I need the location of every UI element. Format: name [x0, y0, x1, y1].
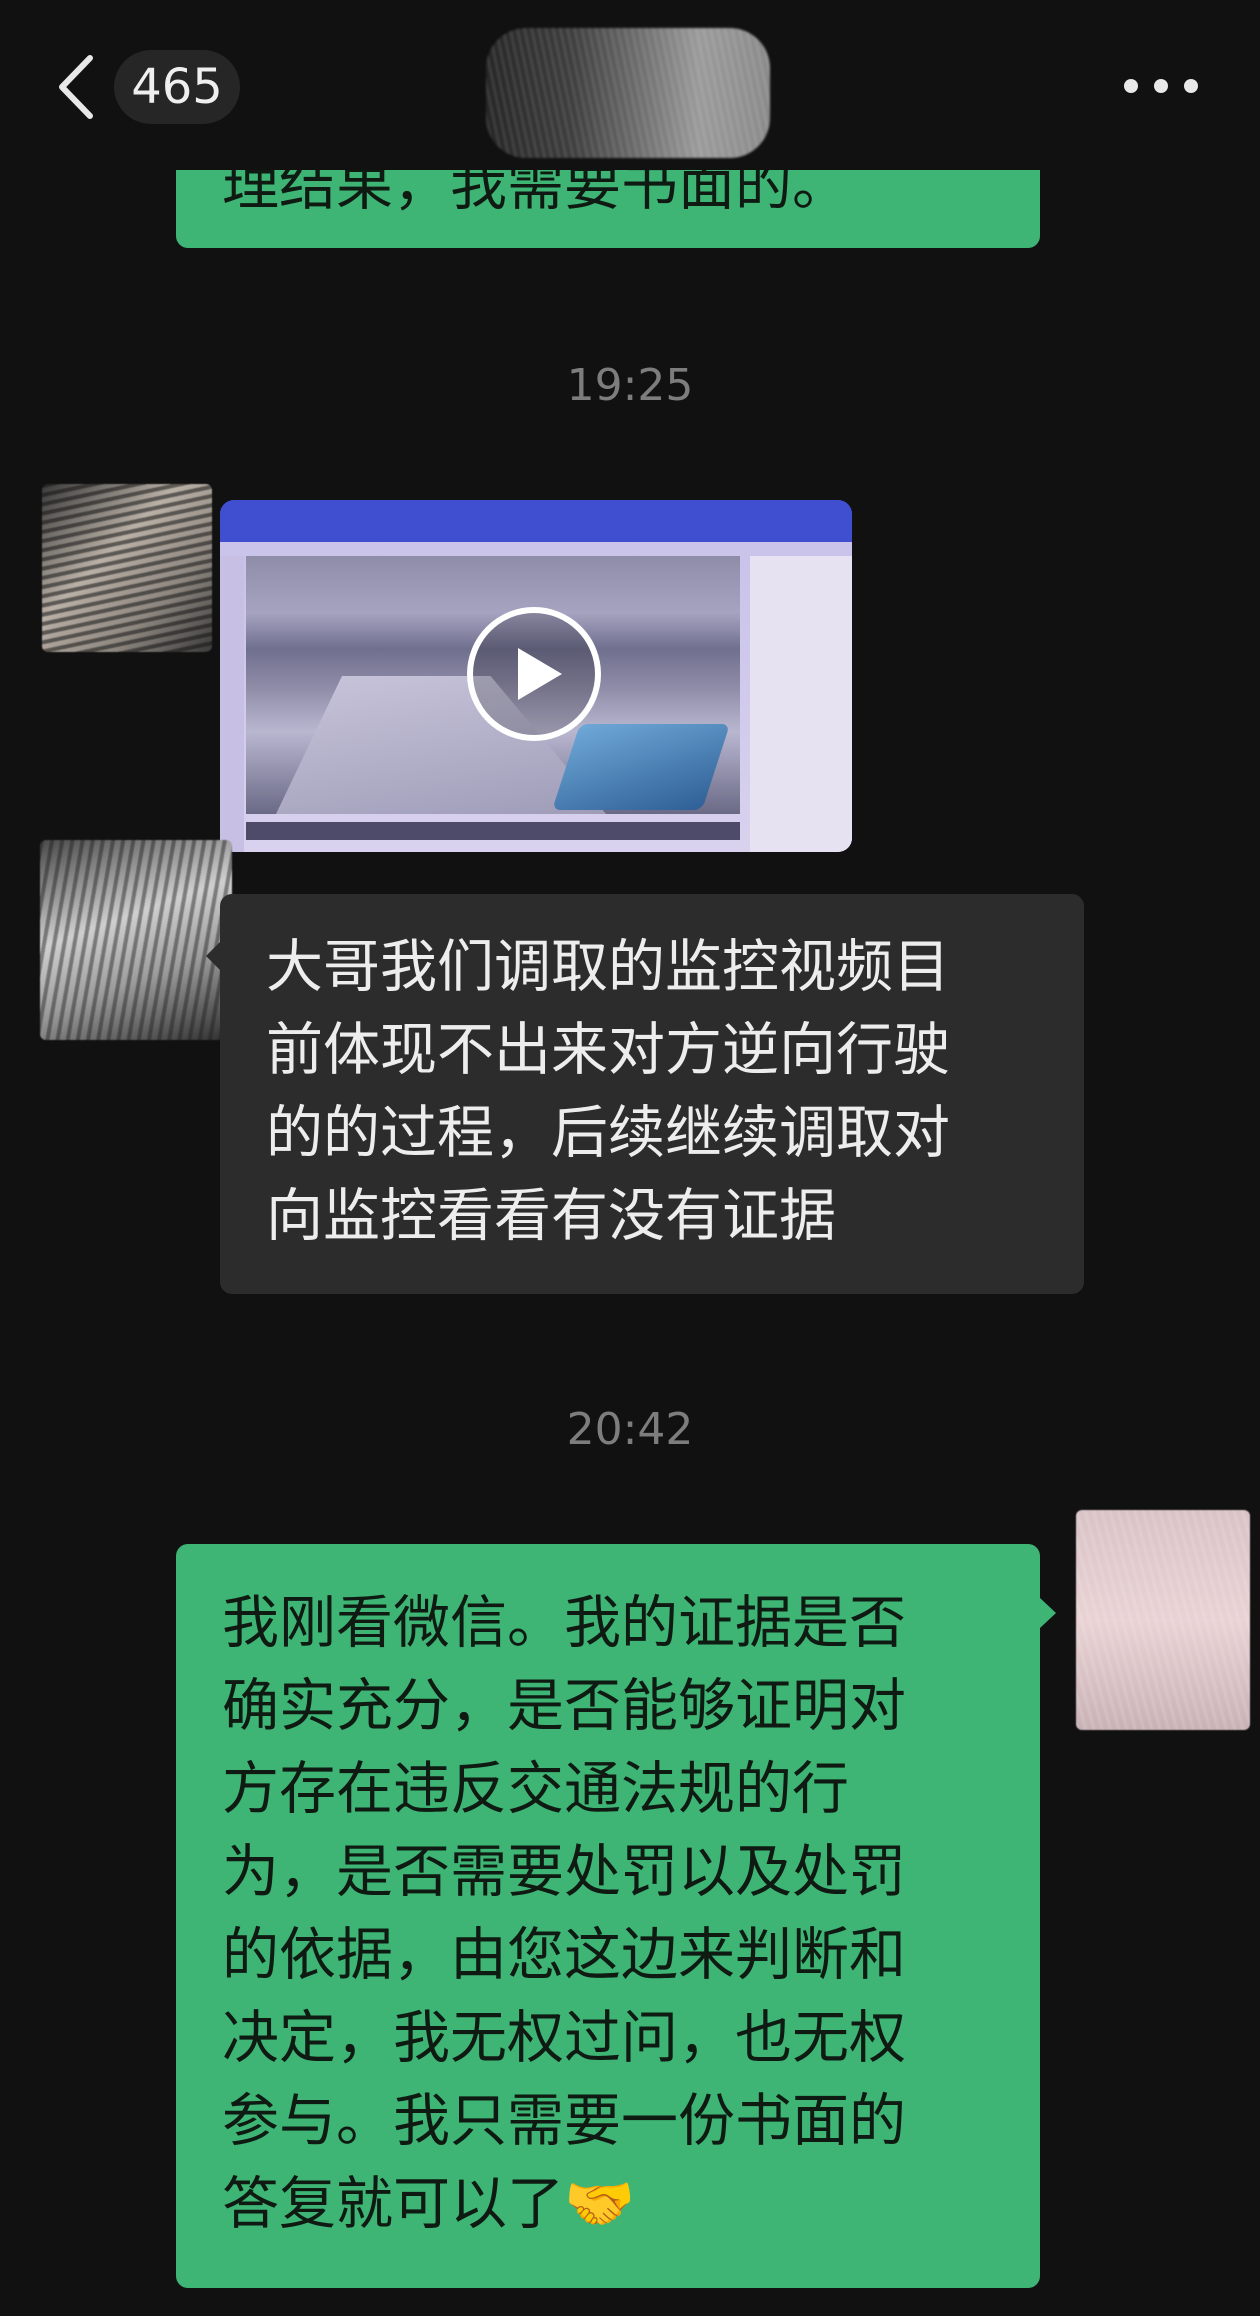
message-bubble-peer[interactable]: 大哥我们调取的监控视频目 前体现不出来对方逆向行驶 的的过程，后续继续调取对 向… [206, 894, 1084, 1294]
message-timestamp: 20:42 [566, 1404, 694, 1455]
play-icon[interactable] [464, 604, 604, 744]
contact-avatar[interactable] [40, 840, 232, 1040]
video-thumbnail-timeline [246, 822, 740, 840]
chevron-left-icon[interactable] [52, 52, 102, 122]
video-thumbnail-sidepanel [750, 556, 852, 852]
video-thumbnail-topbar [220, 500, 852, 542]
self-avatar[interactable] [1076, 1510, 1250, 1730]
contact-avatar[interactable] [42, 484, 212, 652]
unread-count-badge[interactable]: 465 [114, 50, 240, 124]
video-thumbnail-strip [220, 556, 244, 852]
message-bubble-self[interactable]: 我刚看微信。我的证据是否 确实充分，是否能够证明对 方存在违反交通法规的行 为，… [176, 1544, 1056, 2288]
more-dots-icon[interactable] [1124, 72, 1198, 100]
video-message[interactable] [220, 500, 852, 852]
chat-header: 465 [0, 0, 1260, 170]
message-timestamp: 19:25 [566, 360, 694, 411]
chat-title-redacted [486, 28, 770, 158]
